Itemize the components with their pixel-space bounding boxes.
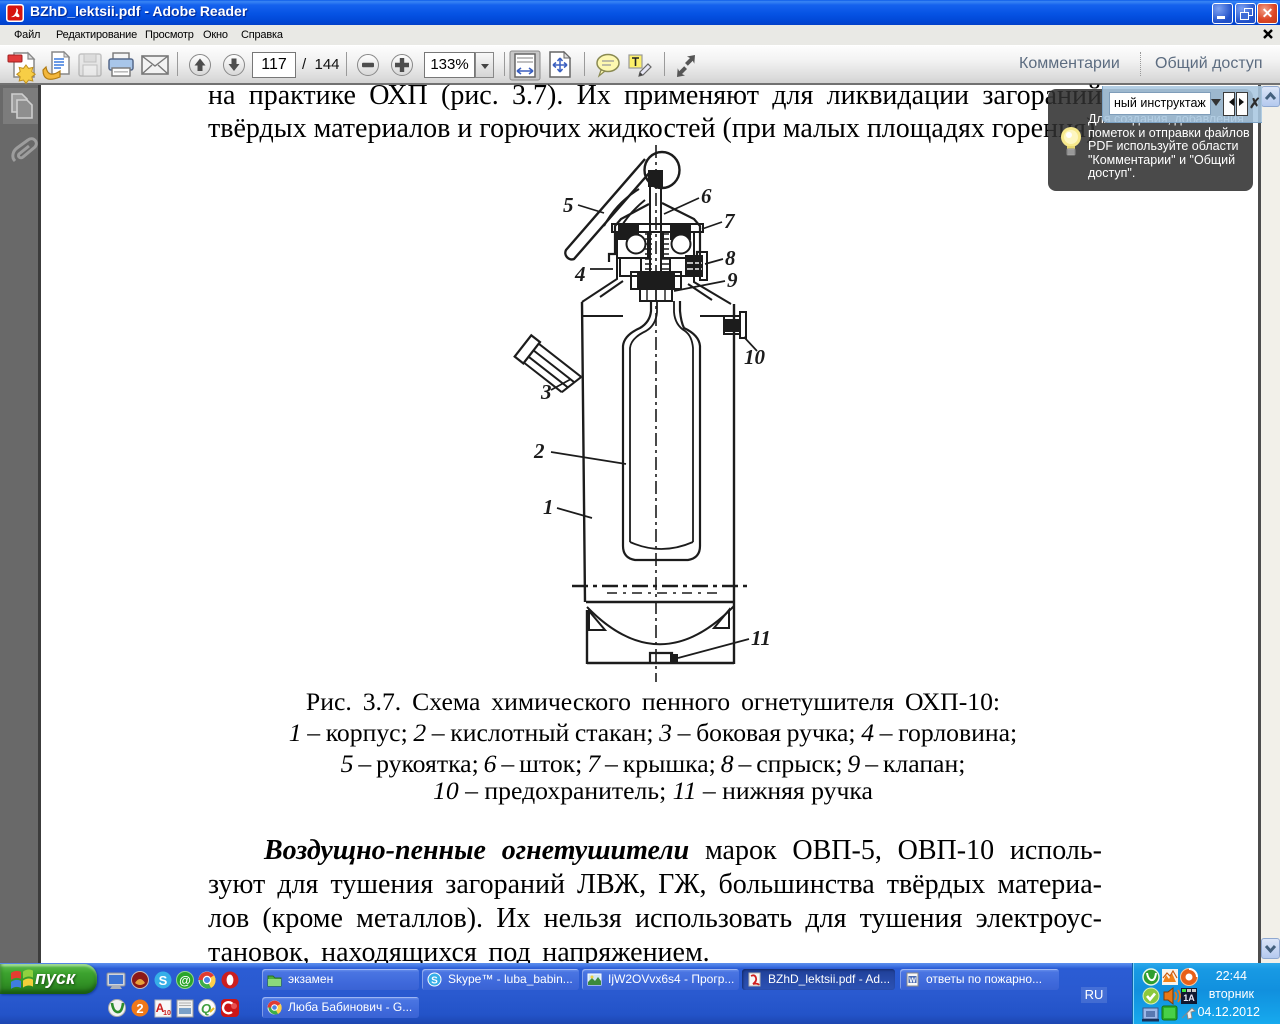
svg-text:1A: 1A — [1183, 993, 1195, 1003]
svg-text:W: W — [909, 978, 916, 985]
svg-text:9: 9 — [727, 268, 738, 292]
svg-text:S: S — [159, 973, 168, 988]
svg-text:10: 10 — [163, 1010, 171, 1017]
svg-text:4: 4 — [574, 262, 586, 286]
svg-text:10: 10 — [744, 345, 766, 369]
svg-text:8: 8 — [725, 246, 736, 270]
svg-text:11: 11 — [751, 626, 771, 650]
svg-text:2: 2 — [533, 439, 545, 463]
svg-text:7: 7 — [724, 209, 736, 233]
svg-text:3: 3 — [540, 380, 552, 404]
svg-text:2: 2 — [136, 1001, 143, 1016]
svg-text:S: S — [431, 976, 438, 987]
svg-text:Q: Q — [201, 1001, 211, 1016]
svg-text:5: 5 — [563, 193, 574, 217]
svg-text:@: @ — [179, 974, 191, 988]
svg-text:6: 6 — [701, 184, 712, 208]
svg-text:1: 1 — [543, 495, 554, 519]
